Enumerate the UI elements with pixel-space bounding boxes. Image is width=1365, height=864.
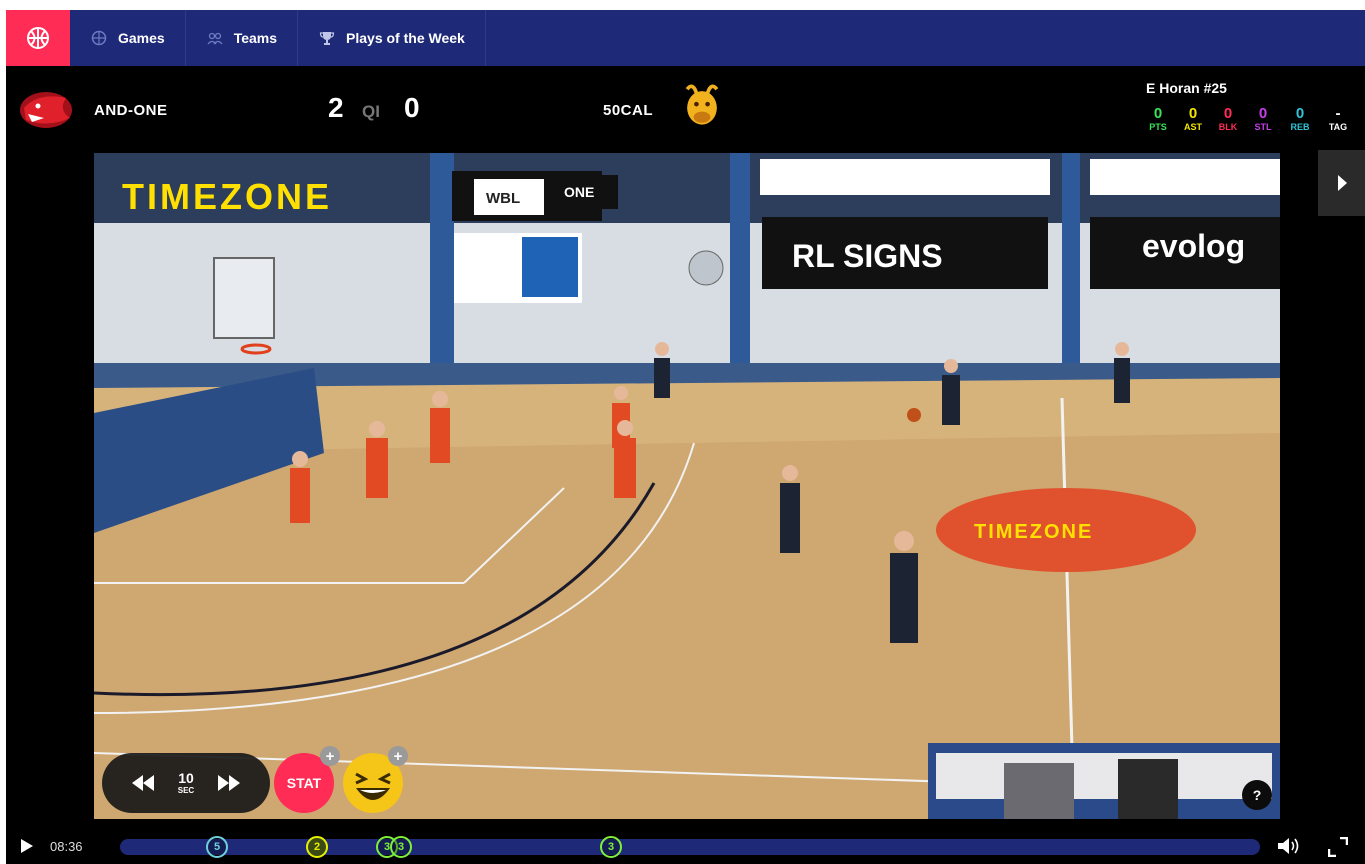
stat-pts-label: PTS xyxy=(1149,122,1167,132)
stat-blk-value: 0 xyxy=(1223,105,1233,122)
selected-player-name: E Horan #25 xyxy=(1146,80,1227,96)
skip-interval: 10 SEC xyxy=(177,769,195,796)
nav-games[interactable]: Games xyxy=(70,10,186,66)
rl-signs-text: RL SIGNS xyxy=(792,238,943,274)
app-logo[interactable] xyxy=(6,10,70,66)
current-time: 08:36 xyxy=(50,839,83,854)
stat-add-button[interactable]: + xyxy=(320,746,340,766)
away-team-name: 50CAL xyxy=(603,102,654,119)
nav-teams[interactable]: Teams xyxy=(186,10,299,66)
timezone-court-text: TIMEZONE xyxy=(974,521,1093,543)
timeline-marker[interactable]: 3 xyxy=(600,836,622,858)
timeline-marker[interactable]: 3 3 xyxy=(376,836,412,858)
quarter-indicator: QI xyxy=(362,102,380,121)
stat-ast[interactable]: 0 AST xyxy=(1179,106,1207,133)
side-panel-toggle[interactable] xyxy=(1318,150,1365,216)
stat-pts[interactable]: 0 PTS xyxy=(1144,106,1172,133)
play-icon[interactable] xyxy=(20,839,34,853)
video-frame: WBL ONE RL SIGNS evolog TIMEZONE TIMEZON… xyxy=(94,153,1280,819)
nav-teams-label: Teams xyxy=(233,30,278,46)
volume-icon[interactable] xyxy=(1278,837,1300,855)
fullscreen-icon[interactable] xyxy=(1328,837,1348,857)
stat-pts-value: 0 xyxy=(1153,105,1163,122)
stat-reb-value: 0 xyxy=(1295,105,1305,122)
team-icon xyxy=(206,29,224,47)
stat-ast-label: AST xyxy=(1184,122,1202,132)
top-nav: Games Teams Plays of the Week xyxy=(6,10,1365,66)
nav-plays-of-the-week[interactable]: Plays of the Week xyxy=(298,10,486,66)
skip-controls: 10 SEC xyxy=(102,753,270,813)
app-window: Games Teams Plays of the Week AND-ONE 2 … xyxy=(6,10,1365,864)
panther-logo[interactable] xyxy=(18,84,74,136)
stat-stl-value: 0 xyxy=(1258,105,1268,122)
marker-badge: 3 xyxy=(600,836,622,858)
stat-stl[interactable]: 0 STL xyxy=(1249,106,1277,133)
stat-tag-label: TAG xyxy=(1328,122,1348,132)
nbl-banner-text: WBL xyxy=(486,190,520,207)
marker-badge: 5 xyxy=(206,836,228,858)
timeline-marker[interactable]: 5 xyxy=(206,836,228,858)
evologic-text: evolog xyxy=(1142,228,1245,264)
bull-logo[interactable] xyxy=(674,80,730,132)
marker-badge: 2 xyxy=(306,836,328,858)
chevron-right-icon xyxy=(1337,175,1347,191)
home-team-name: AND-ONE xyxy=(94,102,168,119)
fast-forward-icon xyxy=(218,775,241,791)
stat-blk[interactable]: 0 BLK xyxy=(1214,106,1242,133)
video-player[interactable]: WBL ONE RL SIGNS evolog TIMEZONE TIMEZON… xyxy=(94,153,1280,819)
skip-seconds: 10 xyxy=(178,769,194,786)
rewind-icon xyxy=(131,775,154,791)
stat-stl-label: STL xyxy=(1254,122,1272,132)
stat-reb[interactable]: 0 REB xyxy=(1286,106,1314,133)
reaction-add-button[interactable]: + xyxy=(388,746,408,766)
fast-forward-button[interactable] xyxy=(211,765,247,801)
nav-plays-label: Plays of the Week xyxy=(346,30,465,46)
marker-badge: 3 xyxy=(390,836,412,858)
stat-tag-value: - xyxy=(1335,105,1341,122)
stat-tag[interactable]: - TAG xyxy=(1324,106,1352,133)
one-banner-text: ONE xyxy=(564,184,594,200)
stat-ast-value: 0 xyxy=(1188,105,1198,122)
skip-unit: SEC xyxy=(177,785,195,795)
scoreboard: AND-ONE 2 QI 0 50CAL E Horan #25 0 PTS 0… xyxy=(6,66,1365,153)
stat-blk-label: BLK xyxy=(1218,122,1238,132)
playback-bar: 08:36 5 2 3 3 3 xyxy=(6,827,1365,864)
basketball-logo-icon xyxy=(27,27,49,49)
away-score: 0 xyxy=(404,92,420,123)
timezone-top-text: TIMEZONE xyxy=(122,176,332,217)
timeline-marker[interactable]: 2 xyxy=(306,836,328,858)
trophy-icon xyxy=(318,29,336,47)
timeline-scrubber[interactable]: 5 2 3 3 3 xyxy=(120,836,1260,858)
basketball-icon xyxy=(90,29,108,47)
home-score: 2 xyxy=(328,92,344,123)
rewind-button[interactable] xyxy=(125,765,161,801)
help-button[interactable]: ? xyxy=(1242,780,1272,810)
nav-games-label: Games xyxy=(118,30,165,46)
stat-reb-label: REB xyxy=(1290,122,1310,132)
